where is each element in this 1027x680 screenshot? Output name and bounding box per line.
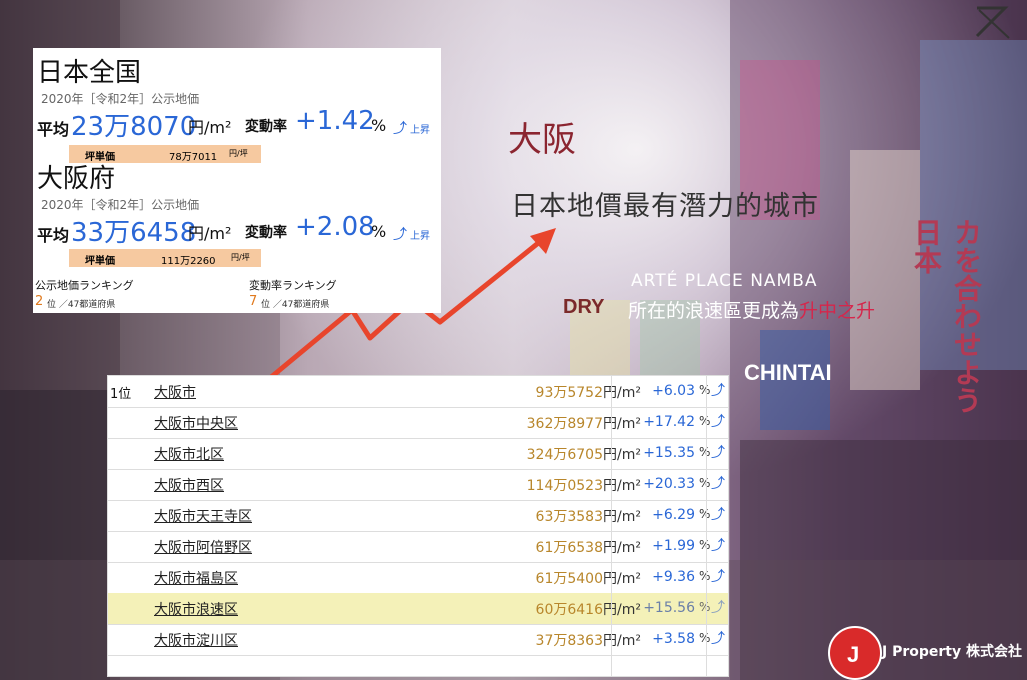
- change-pct: %: [699, 569, 711, 583]
- japan-avg-unit: 円/m²: [188, 118, 232, 137]
- japan-title: 日本全国: [37, 58, 142, 88]
- highlight-text: 升中之升: [799, 300, 876, 322]
- trend-up-icon: ⤴: [711, 507, 725, 523]
- column-divider: [706, 376, 707, 676]
- district-link[interactable]: 大阪市中央区: [154, 413, 238, 433]
- trend-up-icon: ⤴: [711, 600, 725, 616]
- osaka-pref-subtitle: 2020年［令和2年］公示地価: [41, 198, 200, 212]
- trend-up-icon: ⤴: [393, 227, 407, 243]
- change-value: +6.29: [652, 507, 695, 523]
- company-logo: J: [828, 626, 882, 680]
- column-divider: [611, 376, 612, 676]
- change-pct: %: [699, 414, 711, 428]
- osaka-rate-value: +2.08: [295, 212, 375, 242]
- tagline: 日本地價最有潛力的城市: [511, 191, 819, 222]
- company-name: J Property 株式会社: [882, 644, 1022, 660]
- change-value: +15.35: [643, 445, 695, 461]
- change-pct: %: [699, 631, 711, 645]
- osaka-rate-unit: %: [371, 222, 387, 241]
- district-link[interactable]: 大阪市北区: [154, 444, 224, 464]
- trend-up-icon: ⤴: [711, 476, 725, 492]
- osaka-avg-unit: 円/m²: [188, 224, 232, 243]
- change-pct: %: [699, 538, 711, 552]
- trend-up-icon: ⤴: [711, 414, 725, 430]
- district-link[interactable]: 大阪市西区: [154, 475, 224, 495]
- japan-avg-label: 平均: [37, 120, 70, 139]
- district-link[interactable]: 大阪市: [154, 382, 196, 402]
- trend-up-icon: ⤴: [711, 445, 725, 461]
- osaka-trend: 上昇: [410, 231, 430, 242]
- land-price-card: 日本全国 2020年［令和2年］公示地価 平均 23万8070 円/m² 変動率…: [33, 48, 441, 313]
- japan-rate-unit: %: [371, 116, 387, 135]
- change-value: +6.03: [652, 383, 695, 399]
- trend-up-icon: ⤴: [711, 383, 725, 399]
- osaka-pref-title: 大阪府: [37, 164, 116, 194]
- rate-ranking-suffix: 位 ／47都道府県: [261, 300, 330, 310]
- trend-up-icon: ⤴: [711, 569, 725, 585]
- rate-ranking-label: 変動率ランキング: [249, 279, 337, 292]
- project-description: 所在的浪速區更成為升中之升: [628, 300, 876, 322]
- price-ranking-value: 2: [35, 294, 44, 309]
- change-value: +3.58: [652, 631, 695, 647]
- change-pct: %: [699, 600, 711, 614]
- japan-avg-value: 23万8070: [71, 112, 197, 142]
- district-link[interactable]: 大阪市淀川区: [154, 630, 238, 650]
- change-value: +15.56: [643, 600, 695, 616]
- change-value: +9.36: [652, 569, 695, 585]
- osaka-avg-value: 33万6458: [71, 218, 197, 248]
- change-value: +20.33: [643, 476, 695, 492]
- japan-rate-value: +1.42: [295, 106, 375, 136]
- change-value: +1.99: [652, 538, 695, 554]
- change-pct: %: [699, 445, 711, 459]
- rate-ranking-value: 7: [249, 294, 258, 309]
- change-pct: %: [699, 476, 711, 490]
- japan-subtitle: 2020年［令和2年］公示地価: [41, 92, 200, 106]
- japan-trend: 上昇: [410, 125, 430, 136]
- change-value: +17.42: [643, 414, 695, 430]
- japan-rate-label: 変動率: [245, 119, 287, 135]
- project-name: ARTÉ PLACE NAMBA: [631, 271, 818, 291]
- change-pct: %: [699, 507, 711, 521]
- osaka-price-table: 1位 大阪市 93万5752 円/m² 大阪市中央区 362万8977 円/m²…: [107, 375, 729, 677]
- district-link[interactable]: 大阪市浪速区: [154, 599, 238, 619]
- district-link[interactable]: 大阪市天王寺区: [154, 506, 252, 526]
- osaka-avg-label: 平均: [37, 226, 70, 245]
- price-ranking-suffix: 位 ／47都道府県: [47, 300, 116, 310]
- district-link[interactable]: 大阪市阿倍野区: [154, 537, 252, 557]
- trend-up-icon: ⤴: [711, 631, 725, 647]
- osaka-rate-label: 変動率: [245, 225, 287, 241]
- price-ranking-label: 公示地価ランキング: [35, 279, 134, 292]
- osaka-tsubo: 坪単価 111万2260 円/坪: [69, 249, 261, 267]
- district-link[interactable]: 大阪市福島区: [154, 568, 238, 588]
- trend-up-icon: ⤴: [393, 121, 407, 137]
- city-title: 大阪: [508, 120, 576, 160]
- trend-up-icon: ⤴: [711, 538, 725, 554]
- change-pct: %: [699, 383, 711, 397]
